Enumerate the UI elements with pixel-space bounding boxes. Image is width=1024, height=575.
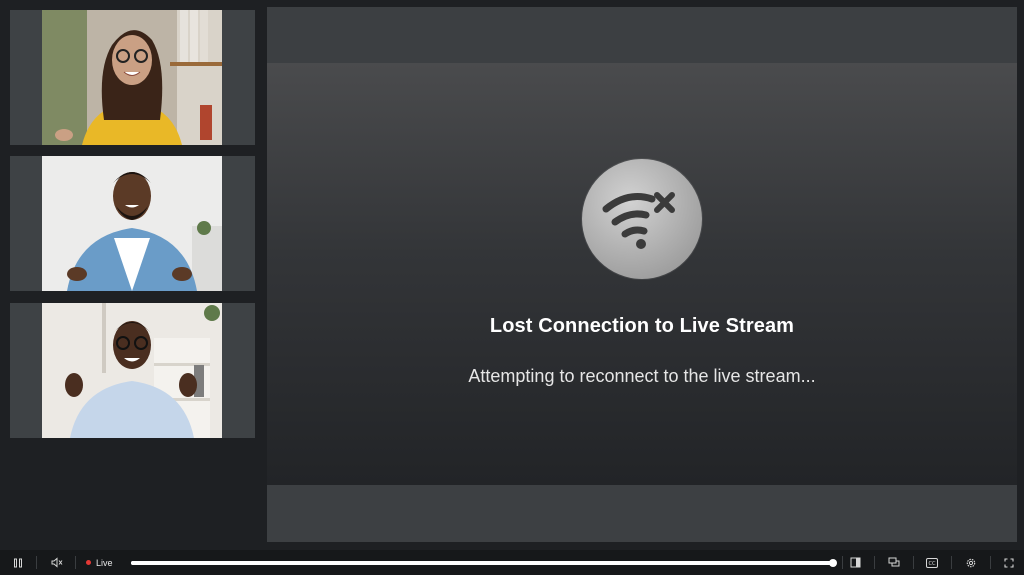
stage-top-band bbox=[267, 7, 1017, 63]
chat-button[interactable] bbox=[885, 554, 903, 571]
volume-muted-icon bbox=[51, 557, 63, 568]
divider bbox=[36, 556, 37, 569]
participant-tile-3[interactable] bbox=[10, 303, 255, 438]
wifi-off-icon bbox=[582, 159, 702, 279]
divider bbox=[951, 556, 952, 569]
divider bbox=[990, 556, 991, 569]
captions-icon: CC bbox=[926, 557, 938, 568]
progress-fill bbox=[131, 561, 833, 565]
svg-text:CC: CC bbox=[929, 561, 936, 567]
settings-icon bbox=[966, 558, 976, 567]
progress-handle[interactable] bbox=[829, 559, 837, 567]
stage-bottom-band bbox=[267, 485, 1017, 542]
chat-icon bbox=[888, 557, 900, 567]
main-stage: Lost Connection to Live Stream Attemptin… bbox=[267, 7, 1017, 542]
live-dot-icon bbox=[86, 560, 91, 565]
player-controls: Live CC bbox=[0, 550, 1024, 575]
pause-icon bbox=[14, 558, 22, 567]
participant-tile-1[interactable] bbox=[10, 10, 255, 145]
fullscreen-icon bbox=[1004, 557, 1014, 568]
divider bbox=[874, 556, 875, 569]
video-call-app: Lost Connection to Live Stream Attemptin… bbox=[0, 0, 1024, 575]
settings-button[interactable] bbox=[962, 554, 980, 571]
pause-button[interactable] bbox=[9, 554, 27, 571]
mute-button[interactable] bbox=[48, 554, 66, 571]
stage-message-area: Lost Connection to Live Stream Attemptin… bbox=[267, 63, 1017, 485]
participant-tile-2[interactable] bbox=[10, 156, 255, 291]
progress-bar[interactable] bbox=[131, 561, 833, 565]
participant-video-2 bbox=[42, 156, 222, 291]
participant-video-1 bbox=[42, 10, 222, 145]
fullscreen-button[interactable] bbox=[1000, 554, 1018, 571]
divider bbox=[75, 556, 76, 569]
divider bbox=[842, 556, 843, 569]
connection-lost-title: Lost Connection to Live Stream bbox=[489, 315, 795, 337]
reconnecting-message: Attempting to reconnect to the live stre… bbox=[468, 366, 816, 386]
layout-button[interactable] bbox=[846, 554, 864, 571]
live-indicator[interactable]: Live bbox=[86, 555, 113, 570]
live-label: Live bbox=[96, 557, 113, 568]
divider bbox=[913, 556, 914, 569]
participant-video-3 bbox=[42, 303, 222, 438]
sidebar-layout-icon bbox=[850, 557, 860, 568]
captions-button[interactable]: CC bbox=[923, 554, 941, 571]
